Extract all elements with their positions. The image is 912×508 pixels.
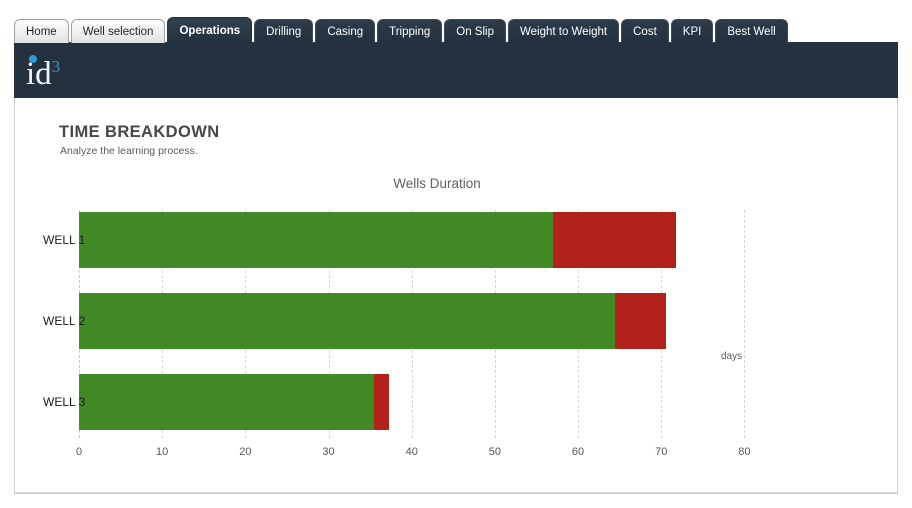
tab-casing[interactable]: Casing	[315, 19, 376, 43]
chart-title: Wells Duration	[393, 176, 481, 191]
x-axis-unit-label: days	[721, 351, 743, 362]
chart-plot-area: 0 10 20 30 40 50 60 70 80	[76, 210, 786, 458]
tab-home[interactable]: Home	[14, 19, 69, 43]
x-axis-tick-label: 80	[738, 446, 751, 458]
chart-bar-row[interactable]	[79, 374, 786, 430]
application-window: Home Well selection Operations Drilling …	[0, 0, 912, 508]
bar-segment-non-productive[interactable]	[553, 212, 677, 268]
bar-segment-productive[interactable]	[79, 293, 616, 349]
tab-well-selection[interactable]: Well selection	[70, 19, 166, 43]
content-panel: TIME BREAKDOWN Analyze the learning proc…	[14, 98, 898, 494]
panel-bottom-divider	[15, 492, 897, 493]
x-axis-tick-label: 20	[239, 446, 252, 458]
y-axis-category-label: WELL 2	[43, 314, 86, 328]
x-axis-tick-label: 10	[156, 446, 169, 458]
bar-segment-non-productive[interactable]	[374, 374, 390, 430]
chart-bar-row[interactable]	[79, 212, 786, 268]
tab-kpi[interactable]: KPI	[670, 19, 714, 43]
tab-on-slip[interactable]: On Slip	[444, 19, 506, 43]
x-axis-tick-label: 50	[488, 446, 501, 458]
tab-operations[interactable]: Operations	[167, 17, 253, 43]
bar-segment-productive[interactable]	[79, 212, 554, 268]
main-tab-bar: Home Well selection Operations Drilling …	[14, 17, 898, 43]
bar-segment-productive[interactable]	[79, 374, 375, 430]
logo-dot-icon	[29, 55, 37, 63]
tab-drilling[interactable]: Drilling	[254, 19, 314, 43]
bar-segment-non-productive[interactable]	[615, 293, 667, 349]
x-axis-tick-label: 40	[405, 446, 418, 458]
y-axis-category-label: WELL 1	[43, 233, 86, 247]
tab-weight-to-weight[interactable]: Weight to Weight	[507, 19, 620, 43]
y-axis-category-label: WELL 3	[43, 395, 86, 409]
app-header-band: id3	[14, 42, 898, 98]
wells-duration-chart: Wells Duration 0 10 20 30 40 50 60 70 80 days WE…	[15, 98, 899, 494]
tab-best-well[interactable]: Best Well	[715, 19, 788, 43]
tab-cost[interactable]: Cost	[621, 19, 669, 43]
x-axis-tick-label: 60	[571, 446, 585, 458]
app-logo[interactable]: id3	[26, 49, 60, 92]
logo-superscript: 3	[51, 57, 61, 76]
x-axis-tick-label: 0	[75, 446, 83, 458]
chart-bar-row[interactable]	[79, 293, 786, 349]
x-axis-tick-label: 30	[322, 446, 335, 458]
x-axis-tick-label: 70	[655, 446, 668, 458]
tab-tripping[interactable]: Tripping	[377, 19, 443, 43]
